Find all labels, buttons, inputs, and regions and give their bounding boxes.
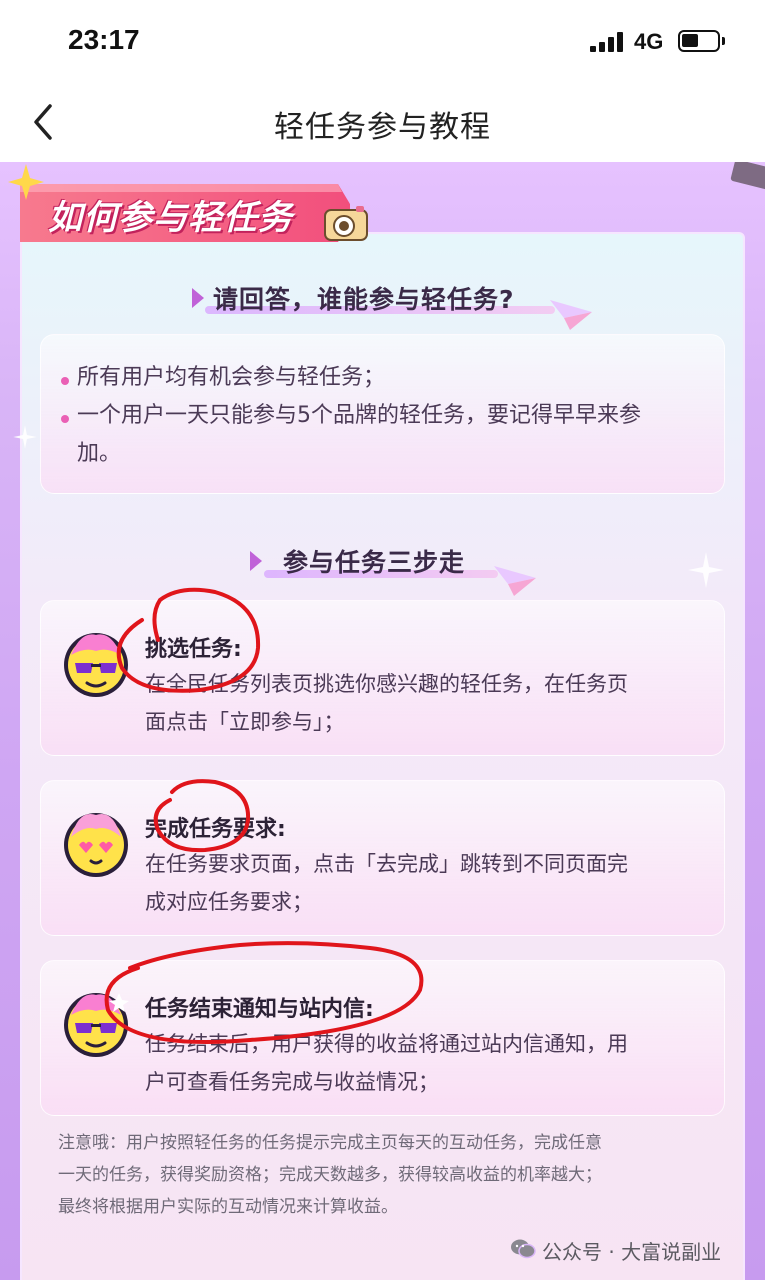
nav-bar: 轻任务参与教程 xyxy=(0,82,765,162)
step-title: 任务结束通知与站内信: xyxy=(145,997,374,1022)
bullet xyxy=(61,415,69,423)
step-title: 完成任务要求: xyxy=(145,817,286,842)
signal-icon xyxy=(590,32,626,52)
banner-ribbon: 如何参与轻任务 xyxy=(20,178,350,244)
network-label: 4G xyxy=(634,29,664,54)
wechat-icon xyxy=(511,1239,536,1259)
bullet xyxy=(61,377,69,385)
paper-plane-icon xyxy=(550,300,592,330)
notice-text: 注意哦：用户按照轻任务的任务提示完成主页每天的互动任务，完成任意 一天的任务，获… xyxy=(58,1127,728,1223)
notice-line: 一天的任务，获得奖励资格；完成天数越多，获得较高收益的机率越大； xyxy=(58,1165,602,1185)
step-desc-line: 在全民任务列表页挑选你感兴趣的轻任务，在任务页 xyxy=(145,672,628,696)
notice-line: 注意哦：用户按照轻任务的任务提示完成主页每天的互动任务，完成任意 xyxy=(58,1133,602,1153)
step-card-notify: 任务结束通知与站内信: 任务结束后，用户获得的收益将通过站内信通知，用 户可查看… xyxy=(40,960,725,1116)
eligibility-line-2: 一个用户一天只能参与5个品牌的轻任务，要记得早早来参 xyxy=(77,403,641,428)
sparkle-icon xyxy=(8,164,44,200)
decorative-bar xyxy=(730,162,765,195)
step-description: 在任务要求页面，点击「去完成」跳转到不同页面完 成对应任务要求； xyxy=(145,845,711,921)
section-title-steps: 参与任务三步走 xyxy=(283,548,466,577)
sparkle-icon xyxy=(13,425,37,449)
eligibility-card: 所有用户均有机会参与轻任务； 一个用户一天只能参与5个品牌的轻任务，要记得早早来… xyxy=(40,334,725,494)
notice-line: 最终将根据用户实际的互动情况来计算收益。 xyxy=(58,1197,398,1217)
step-card-select: 挑选任务: 在全民任务列表页挑选你感兴趣的轻任务，在任务页 面点击「立即参与」； xyxy=(40,600,725,756)
watermark-text: 公众号 · 大富说副业 xyxy=(542,1240,722,1264)
smiley-star-avatar xyxy=(64,993,129,1057)
camera-icon xyxy=(324,206,368,241)
paper-plane-icon xyxy=(494,566,536,596)
step-desc-line: 在任务要求页面，点击「去完成」跳转到不同页面完 xyxy=(145,852,628,876)
title-marker xyxy=(250,551,262,571)
sparkle-icon xyxy=(688,552,724,588)
step-desc-line: 面点击「立即参与」； xyxy=(145,710,345,734)
page-title: 轻任务参与教程 xyxy=(274,110,491,145)
step-card-complete: 完成任务要求: 在任务要求页面，点击「去完成」跳转到不同页面完 成对应任务要求； xyxy=(40,780,725,936)
battery-icon xyxy=(678,30,725,52)
step-title: 挑选任务: xyxy=(145,637,242,662)
step-desc-line: 户可查看任务完成与收益情况； xyxy=(145,1070,439,1094)
status-bar: 23:17 4G xyxy=(0,0,765,82)
eligibility-line-3: 加。 xyxy=(77,441,122,466)
step-description: 在全民任务列表页挑选你感兴趣的轻任务，在任务页 面点击「立即参与」； xyxy=(145,665,711,741)
step-desc-line: 成对应任务要求； xyxy=(145,890,313,914)
step-description: 任务结束后，用户获得的收益将通过站内信通知，用 户可查看任务完成与收益情况； xyxy=(145,1025,711,1101)
status-time: 23:17 xyxy=(68,24,140,55)
banner-title: 如何参与轻任务 xyxy=(48,198,293,238)
title-marker xyxy=(192,288,204,308)
step-desc-line: 任务结束后，用户获得的收益将通过站内信通知，用 xyxy=(145,1032,628,1056)
smiley-sunglasses-avatar xyxy=(64,633,128,697)
section-title-who: 请回答，谁能参与轻任务? xyxy=(213,285,515,314)
content-area[interactable]: 如何参与轻任务 请回答，谁能参与轻任务? 所有用户均有机会参与轻任务； 一个用户… xyxy=(0,162,765,1280)
smiley-heart-eyes-avatar xyxy=(64,813,128,877)
eligibility-line-1: 所有用户均有机会参与轻任务； xyxy=(77,365,386,390)
